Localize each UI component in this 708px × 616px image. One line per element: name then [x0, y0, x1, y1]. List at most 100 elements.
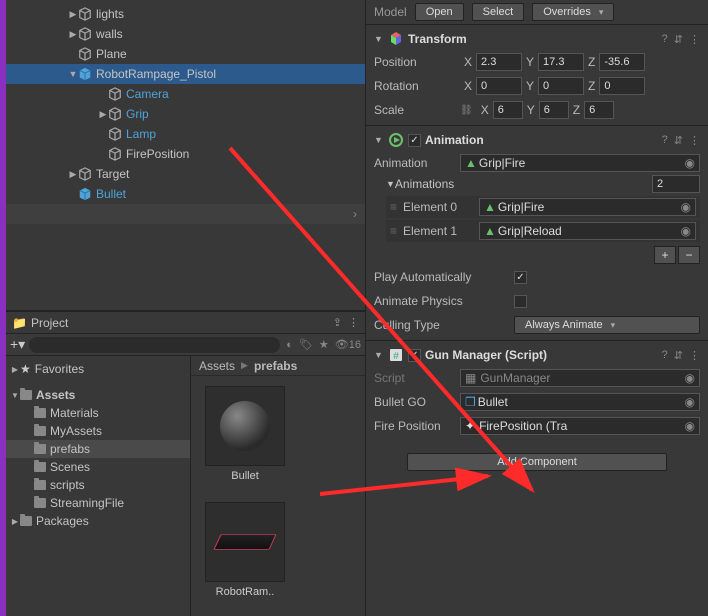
assets-folder-row[interactable]: ▼ Assets — [6, 386, 190, 404]
lock-icon[interactable]: ⇪ — [333, 316, 342, 329]
folder-scripts[interactable]: scripts — [6, 476, 190, 494]
help-icon[interactable]: ? — [662, 134, 668, 146]
gameobject-icon — [78, 167, 92, 181]
animation-element-row[interactable]: ≡Element 0▲Grip|Fire◉ — [386, 196, 700, 218]
asset-thumb-bullet[interactable]: Bullet — [201, 386, 289, 482]
gunmanager-enabled-checkbox[interactable] — [408, 349, 421, 362]
culling-type-dropdown[interactable]: Always Animate — [514, 316, 700, 334]
bullet-go-field[interactable]: ❒Bullet◉ — [460, 393, 700, 411]
panel-menu-icon[interactable]: ⋮ — [348, 316, 359, 329]
search-by-label-icon[interactable]: 🏷 — [299, 338, 313, 351]
position-x-input[interactable] — [476, 53, 522, 71]
prefab-icon — [78, 67, 92, 81]
foldout-arrow[interactable] — [98, 109, 108, 120]
project-panel: 📁 Project ⇪ ⋮ +▾ ◐ 🏷 ★ 👁16 ▶★ Favorites — [6, 310, 365, 616]
hierarchy-item-plane[interactable]: Plane — [6, 44, 365, 64]
inspector-panel: Model Open Select Overrides ▼ Transform … — [366, 0, 708, 616]
prefab-icon — [78, 187, 92, 201]
hierarchy-collapse-row[interactable]: › — [6, 204, 365, 224]
gameobject-icon — [78, 27, 92, 41]
foldout-arrow[interactable] — [68, 69, 78, 79]
preset-icon[interactable]: ⇵ — [674, 134, 683, 147]
folder-materials[interactable]: Materials — [6, 404, 190, 422]
hierarchy-item-bullet[interactable]: Bullet — [6, 184, 365, 204]
position-label: Position — [374, 55, 460, 69]
project-search-input[interactable] — [29, 337, 280, 353]
list-add-button[interactable]: + — [654, 246, 676, 264]
hierarchy-item-label: Bullet — [96, 187, 126, 201]
rotation-z-input[interactable] — [599, 77, 645, 95]
drag-handle-icon[interactable]: ≡ — [390, 200, 397, 214]
asset-thumb-robotram..[interactable]: RobotRam.. — [201, 502, 289, 598]
animation-icon — [388, 132, 404, 148]
animation-enabled-checkbox[interactable] — [408, 134, 421, 147]
hierarchy-item-grip[interactable]: Grip — [6, 104, 365, 124]
hierarchy-item-lights[interactable]: lights — [6, 4, 365, 24]
foldout-arrow[interactable] — [68, 9, 78, 20]
hierarchy-item-target[interactable]: Target — [6, 164, 365, 184]
preset-icon[interactable]: ⇵ — [674, 349, 683, 362]
help-icon[interactable]: ? — [662, 33, 668, 45]
transform-ref-icon: ✦ — [465, 419, 475, 433]
bullet-go-label: Bullet GO — [374, 395, 460, 409]
scale-link-icon[interactable]: ⛓ — [460, 105, 473, 116]
animations-size-input[interactable] — [652, 175, 700, 193]
element-label: Element 1 — [403, 224, 479, 238]
gameobject-icon — [108, 147, 122, 161]
drag-handle-icon[interactable]: ≡ — [390, 224, 397, 238]
animation-element-field[interactable]: ▲Grip|Reload◉ — [479, 222, 696, 240]
position-y-input[interactable] — [538, 53, 584, 71]
folder-streamingfile[interactable]: StreamingFile — [6, 494, 190, 512]
create-asset-button[interactable]: +▾ — [10, 336, 25, 353]
breadcrumb[interactable]: Assets ▶ prefabs — [191, 356, 365, 376]
fire-position-field[interactable]: ✦FirePosition (Tra◉ — [460, 417, 700, 435]
rotation-label: Rotation — [374, 79, 460, 93]
animation-clip-field[interactable]: ▲Grip|Fire◉ — [460, 154, 700, 172]
animation-element-row[interactable]: ≡ Element 1▲Grip|Reload◉ — [386, 220, 700, 242]
select-prefab-button[interactable]: Select — [472, 3, 525, 21]
animation-foldout[interactable]: ▼ — [374, 135, 384, 145]
list-remove-button[interactable]: − — [678, 246, 700, 264]
add-component-button[interactable]: Add Component — [407, 453, 667, 471]
component-menu-icon[interactable]: ⋮ — [689, 33, 700, 46]
hierarchy-item-robotrampage_pistol[interactable]: RobotRampage_Pistol — [6, 64, 365, 84]
foldout-arrow[interactable] — [68, 29, 78, 40]
folder-scenes[interactable]: Scenes — [6, 458, 190, 476]
animations-list-foldout[interactable]: ▼ — [386, 179, 395, 189]
prefab-icon: ❒ — [465, 395, 476, 409]
transform-foldout[interactable]: ▼ — [374, 34, 384, 44]
overrides-dropdown[interactable]: Overrides — [532, 3, 614, 21]
hierarchy-item-label: lights — [96, 7, 124, 21]
folder-myassets[interactable]: MyAssets — [6, 422, 190, 440]
open-prefab-button[interactable]: Open — [415, 3, 464, 21]
animate-physics-checkbox[interactable] — [514, 295, 527, 308]
scale-x-input[interactable] — [493, 101, 523, 119]
preset-icon[interactable]: ⇵ — [674, 33, 683, 46]
position-z-input[interactable] — [599, 53, 645, 71]
component-menu-icon[interactable]: ⋮ — [689, 134, 700, 147]
component-menu-icon[interactable]: ⋮ — [689, 349, 700, 362]
scale-y-input[interactable] — [539, 101, 569, 119]
hierarchy-item-walls[interactable]: walls — [6, 24, 365, 44]
scale-z-input[interactable] — [584, 101, 614, 119]
rotation-y-input[interactable] — [538, 77, 584, 95]
transform-title: Transform — [408, 32, 656, 46]
animation-element-field[interactable]: ▲Grip|Fire◉ — [479, 198, 696, 216]
favorites-row[interactable]: ▶★ Favorites — [6, 360, 190, 378]
play-automatically-checkbox[interactable] — [514, 271, 527, 284]
search-by-type-icon[interactable]: ◐ — [286, 339, 293, 351]
hierarchy-item-label: Grip — [126, 107, 149, 121]
help-icon[interactable]: ? — [662, 349, 668, 361]
rotation-x-input[interactable] — [476, 77, 522, 95]
gunmanager-foldout[interactable]: ▼ — [374, 350, 384, 360]
model-label: Model — [374, 5, 407, 19]
folder-prefabs[interactable]: prefabs — [6, 440, 190, 458]
hidden-count-icon[interactable]: 👁16 — [335, 338, 361, 351]
hierarchy-item-fireposition[interactable]: FirePosition — [6, 144, 365, 164]
packages-folder-row[interactable]: ▶ Packages — [6, 512, 190, 530]
hierarchy-item-lamp[interactable]: Lamp — [6, 124, 365, 144]
foldout-arrow[interactable] — [68, 169, 78, 180]
script-field[interactable]: ▦GunManager◉ — [460, 369, 700, 387]
hierarchy-item-camera[interactable]: Camera — [6, 84, 365, 104]
favorite-search-icon[interactable]: ★ — [319, 338, 329, 351]
